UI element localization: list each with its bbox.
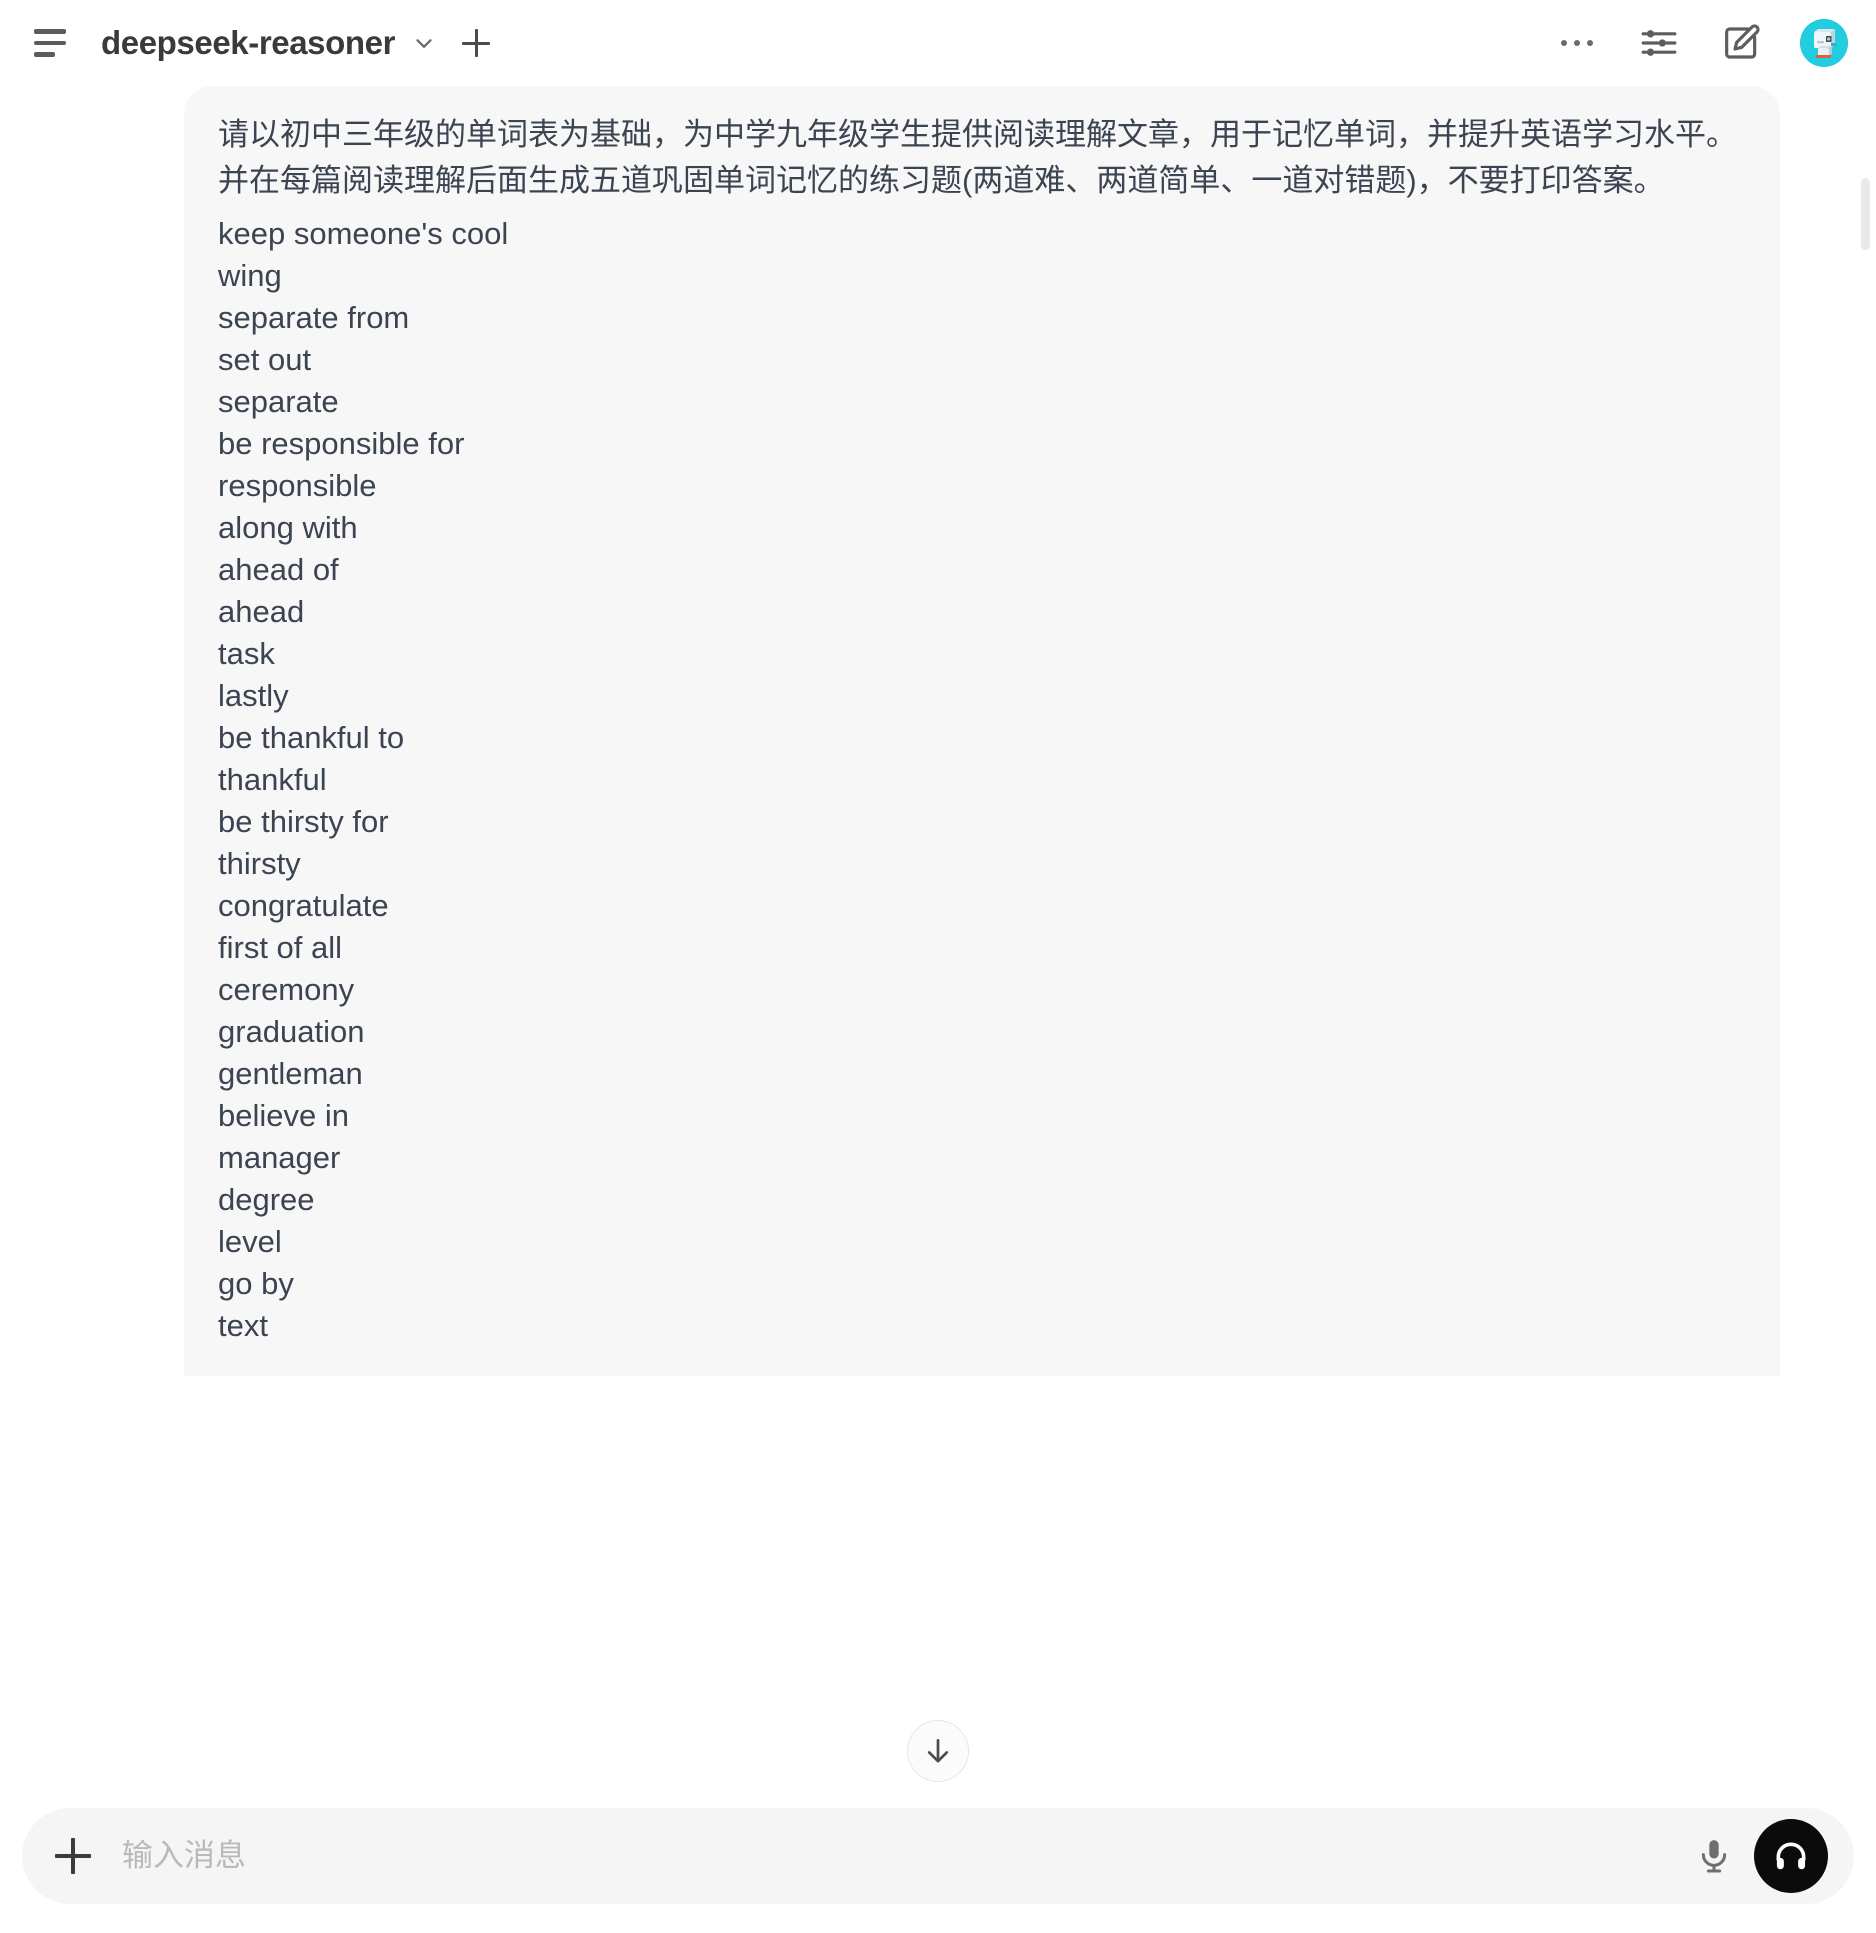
word-item: go by (218, 1265, 294, 1301)
new-chat-plus-icon[interactable] (459, 26, 493, 60)
microphone-icon[interactable] (1688, 1830, 1740, 1882)
word-item: separate from (218, 299, 410, 335)
attachment-plus-icon[interactable] (52, 1835, 94, 1877)
word-item: wing (218, 257, 282, 293)
dot (1587, 40, 1593, 46)
arrow-down-icon (927, 1739, 949, 1763)
word-item: responsible (218, 467, 377, 503)
dot (1574, 40, 1580, 46)
word-item: thankful (218, 761, 327, 797)
word-item: gentleman (218, 1055, 363, 1091)
hamburger-line (34, 52, 55, 57)
voice-mode-button[interactable] (1754, 1819, 1828, 1893)
word-list: keep someone's cool wing separate from s… (218, 212, 1746, 1346)
model-title[interactable]: deepseek-reasoner (101, 24, 395, 62)
word-item: graduation (218, 1013, 365, 1049)
robot-avatar-illustration (1800, 19, 1848, 67)
header-left-group: deepseek-reasoner (30, 20, 493, 66)
composer-field-container[interactable] (22, 1808, 1854, 1904)
message-input[interactable] (122, 1826, 1688, 1886)
word-item: ahead (218, 593, 305, 629)
word-item: text (218, 1307, 268, 1343)
hamburger-menu-icon[interactable] (30, 20, 76, 66)
word-item: congratulate (218, 887, 389, 923)
word-item: separate (218, 383, 339, 419)
hamburger-line (34, 29, 66, 34)
ellipsis-icon[interactable] (1554, 20, 1600, 66)
chevron-down-icon[interactable] (411, 30, 437, 56)
avatar[interactable] (1800, 19, 1848, 67)
word-item: lastly (218, 677, 289, 713)
message-list: 请以初中三年级的单词表为基础，为中学九年级学生提供阅读理解文章，用于记忆单词，并… (0, 86, 1876, 1800)
chat-scroll-area[interactable]: 请以初中三年级的单词表为基础，为中学九年级学生提供阅读理解文章，用于记忆单词，并… (0, 86, 1876, 1800)
composer-bar (0, 1800, 1876, 1933)
chat-app-window: deepseek-reasoner 请以初中三年级的单词表为基础，为中学九年级学… (0, 0, 1876, 1933)
word-item: first of all (218, 929, 343, 965)
compose-edit-icon[interactable] (1718, 20, 1764, 66)
word-item: degree (218, 1181, 315, 1217)
word-item: be thirsty for (218, 803, 389, 839)
app-header: deepseek-reasoner (0, 0, 1876, 86)
user-message-bubble: 请以初中三年级的单词表为基础，为中学九年级学生提供阅读理解文章，用于记忆单词，并… (184, 86, 1780, 1377)
word-item: be responsible for (218, 425, 465, 461)
word-item: ceremony (218, 971, 355, 1007)
hamburger-line (34, 40, 66, 46)
prompt-text: 请以初中三年级的单词表为基础，为中学九年级学生提供阅读理解文章，用于记忆单词，并… (218, 117, 1737, 199)
dot (1561, 40, 1567, 46)
headphones-icon (1776, 1842, 1806, 1870)
word-item: ahead of (218, 551, 339, 587)
word-item: set out (218, 341, 312, 377)
sliders-icon[interactable] (1636, 20, 1682, 66)
word-item: thirsty (218, 845, 301, 881)
word-item: be thankful to (218, 719, 405, 755)
word-item: keep someone's cool (218, 215, 509, 251)
word-item: along with (218, 509, 358, 545)
word-item: manager (218, 1139, 341, 1175)
word-item: believe in (218, 1097, 349, 1133)
header-right-group (1554, 19, 1848, 67)
word-item: level (218, 1223, 282, 1259)
word-item: task (218, 635, 275, 671)
user-message-row: 请以初中三年级的单词表为基础，为中学九年级学生提供阅读理解文章，用于记忆单词，并… (0, 86, 1876, 1377)
scroll-to-bottom-button[interactable] (907, 1720, 969, 1782)
